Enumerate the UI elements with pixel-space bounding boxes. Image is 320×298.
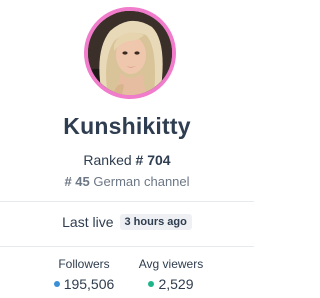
last-live-row: Last live 3 hours ago [0,214,254,230]
followers-dot-icon [53,281,60,287]
channel-name: Kunshikitty [63,113,191,139]
last-live-label: Last live [62,214,114,230]
channel-card: Kunshikitty Ranked # 704 # 45 German cha… [0,0,254,298]
country-rank-number: # 45 [64,174,90,189]
ranked-label: Ranked [83,152,132,168]
avg-viewers-value-row: 2,529 [134,276,208,292]
followers-value-row: 195,506 [48,276,120,292]
avatar[interactable] [88,11,172,95]
global-rank: Ranked # 704 [0,152,254,168]
avg-viewers-value: 2,529 [158,276,194,292]
avg-viewers-label: Avg viewers [138,257,204,271]
country-rank-text: German channel [93,174,190,189]
divider [0,246,254,247]
last-live-badge: 3 hours ago [119,214,192,230]
followers-label: Followers [58,257,110,271]
country-rank: # 45 German channel [0,174,254,189]
rank-number[interactable]: # 704 [136,152,171,168]
followers-stat: Followers 195,506 [48,257,120,292]
divider [0,201,254,202]
avg-viewers-stat: Avg viewers 2,529 [134,257,208,292]
avg-viewers-dot-icon [148,281,155,287]
stats-row: Followers 195,506 Avg viewers 2,529 [0,257,254,297]
followers-value: 195,506 [63,276,115,292]
avatar-image [88,11,172,95]
avatar-ring [84,7,176,99]
